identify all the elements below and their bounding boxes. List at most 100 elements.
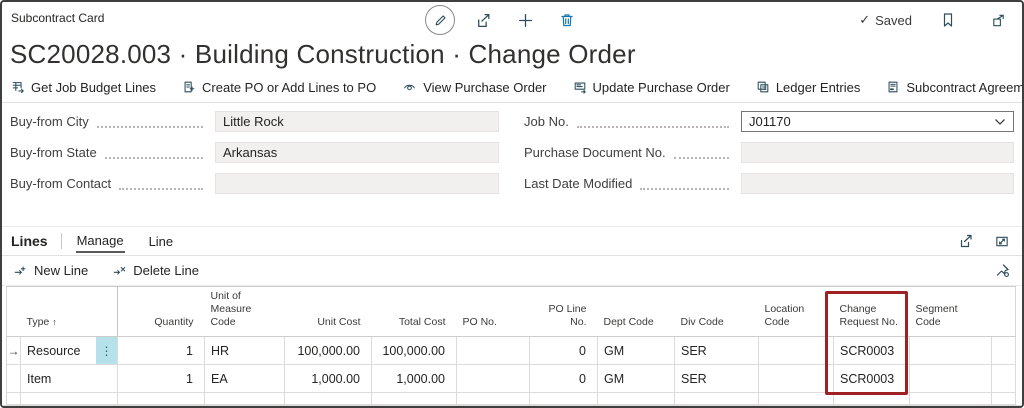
- cell-location-code[interactable]: [759, 365, 834, 393]
- dotted-leader: [577, 121, 729, 128]
- section-gap: [2, 196, 1022, 226]
- cell-po-line-no[interactable]: 0: [530, 337, 598, 365]
- row-indicator: [7, 365, 21, 393]
- field-label: Job No.: [524, 114, 569, 129]
- edit-button[interactable]: [425, 5, 455, 35]
- column-header-dept-code[interactable]: Dept Code: [598, 287, 675, 337]
- action-ledger-entries[interactable]: Ledger Entries: [756, 80, 861, 95]
- save-status-label: Saved: [875, 13, 912, 28]
- new-line-button[interactable]: New Line: [13, 263, 88, 278]
- action-bar: Get Job Budget Lines Create PO or Add Li…: [2, 72, 1022, 103]
- cell-segment-code[interactable]: [910, 365, 992, 393]
- cell-div-code[interactable]: SER: [675, 365, 759, 393]
- header-row: Type↑ Quantity Unit of Measure Code Unit…: [7, 287, 1016, 337]
- cell-quantity[interactable]: 1: [118, 337, 205, 365]
- cell-filler: [992, 337, 1016, 365]
- cell-po-line-no[interactable]: 0: [530, 365, 598, 393]
- column-header-total-cost[interactable]: Total Cost: [372, 287, 457, 337]
- action-get-job-budget-lines[interactable]: Get Job Budget Lines: [11, 80, 156, 95]
- cell-change-request-no[interactable]: SCR0003: [834, 365, 910, 393]
- row-menu-button[interactable]: ⋮: [96, 337, 117, 364]
- cell-type[interactable]: Item: [21, 365, 118, 393]
- delete-line-label: Delete Line: [133, 263, 199, 278]
- delete-record-button[interactable]: [553, 6, 581, 34]
- cell-unit-cost[interactable]: 1,000.00: [285, 365, 372, 393]
- action-label: Subcontract Agreement: [906, 80, 1024, 95]
- field-buy-from-city: Buy-from City Little Rock: [10, 106, 499, 137]
- job-no-dropdown[interactable]: J01170: [741, 111, 1014, 132]
- cell-location-code[interactable]: [759, 337, 834, 365]
- cell-uom[interactable]: HR: [205, 337, 285, 365]
- active-row-indicator: →: [7, 337, 21, 365]
- action-label: Ledger Entries: [776, 80, 861, 95]
- cell-uom[interactable]: EA: [205, 365, 285, 393]
- action-subcontract-agreement[interactable]: Subcontract Agreement: [886, 80, 1024, 95]
- lines-section-header: Lines Manage Line: [2, 226, 1022, 256]
- field-label: Buy-from City: [10, 114, 89, 129]
- cell-type[interactable]: Resource ⋮: [21, 337, 118, 365]
- bookmark-icon: [941, 12, 955, 28]
- column-header-po-line-no[interactable]: PO Line No.: [530, 287, 598, 337]
- column-header-type[interactable]: Type↑: [21, 287, 118, 337]
- bookmark-button[interactable]: [934, 6, 962, 34]
- unpin-pane-button[interactable]: [992, 261, 1012, 281]
- action-label: Create PO or Add Lines to PO: [202, 80, 376, 95]
- page-bottom-strip: [2, 405, 1022, 406]
- share-button[interactable]: [469, 6, 497, 34]
- tab-line[interactable]: Line: [148, 230, 175, 252]
- buy-from-state-input[interactable]: Arkansas: [215, 142, 499, 163]
- cell-quantity[interactable]: 1: [118, 365, 205, 393]
- cell-segment-code[interactable]: [910, 337, 992, 365]
- column-header-unit-cost[interactable]: Unit Cost: [285, 287, 372, 337]
- lines-table-container: Type↑ Quantity Unit of Measure Code Unit…: [2, 286, 1022, 405]
- action-update-purchase-order[interactable]: Update Purchase Order: [573, 80, 730, 95]
- action-view-purchase-order[interactable]: View Purchase Order: [402, 80, 546, 95]
- dotted-leader: [640, 183, 729, 190]
- field-label: Buy-from State: [10, 145, 97, 160]
- budget-lines-icon: [11, 80, 25, 94]
- page-caption: Subcontract Card: [11, 11, 104, 25]
- buy-from-contact-input[interactable]: [215, 173, 499, 194]
- last-date-modified-input[interactable]: [741, 173, 1014, 194]
- column-header-unit-of-measure[interactable]: Unit of Measure Code: [205, 287, 285, 337]
- cell-dept-code[interactable]: GM: [598, 365, 675, 393]
- tab-manage[interactable]: Manage: [76, 229, 125, 253]
- field-buy-from-state: Buy-from State Arkansas: [10, 137, 499, 168]
- column-header-quantity[interactable]: Quantity: [118, 287, 205, 337]
- action-create-po[interactable]: Create PO or Add Lines to PO: [182, 80, 376, 95]
- field-buy-from-contact: Buy-from Contact: [10, 168, 499, 199]
- row-indicator-header: [7, 287, 21, 337]
- cell-total-cost[interactable]: 1,000.00: [372, 365, 457, 393]
- buy-from-city-input[interactable]: Little Rock: [215, 111, 499, 132]
- cell-po-no[interactable]: [457, 337, 530, 365]
- focus-mode-button[interactable]: [992, 231, 1012, 251]
- divider: [61, 233, 62, 249]
- open-in-new-window-button[interactable]: [984, 6, 1012, 34]
- record-action-icons: [425, 4, 581, 36]
- sort-ascending-icon: ↑: [52, 317, 57, 327]
- column-header-div-code[interactable]: Div Code: [675, 287, 759, 337]
- cell-change-request-no[interactable]: SCR0003: [834, 337, 910, 365]
- column-header-location-code[interactable]: Location Code: [759, 287, 834, 337]
- view-icon: [402, 80, 417, 94]
- cell-div-code[interactable]: SER: [675, 337, 759, 365]
- delete-line-button[interactable]: Delete Line: [112, 263, 199, 278]
- action-label: Get Job Budget Lines: [31, 80, 156, 95]
- column-header-po-no[interactable]: PO No.: [457, 287, 530, 337]
- fit-window-icon: [994, 234, 1010, 249]
- share-lines-button[interactable]: [956, 231, 976, 251]
- column-header-segment-code[interactable]: Segment Code: [910, 287, 992, 337]
- table-row: Item 1 EA 1,000.00 1,000.00 0 GM SER SCR…: [7, 365, 1016, 393]
- field-label: Purchase Document No.: [524, 145, 666, 160]
- purchase-document-no-input[interactable]: [741, 142, 1014, 163]
- pencil-icon: [433, 13, 448, 28]
- new-record-button[interactable]: [511, 6, 539, 34]
- action-label: Update Purchase Order: [593, 80, 730, 95]
- column-header-change-request-no[interactable]: Change Request No.: [834, 287, 910, 337]
- cell-po-no[interactable]: [457, 365, 530, 393]
- cell-unit-cost[interactable]: 100,000.00: [285, 337, 372, 365]
- cell-total-cost[interactable]: 100,000.00: [372, 337, 457, 365]
- chevron-down-icon: [994, 118, 1006, 126]
- field-label: Buy-from Contact: [10, 176, 111, 191]
- cell-dept-code[interactable]: GM: [598, 337, 675, 365]
